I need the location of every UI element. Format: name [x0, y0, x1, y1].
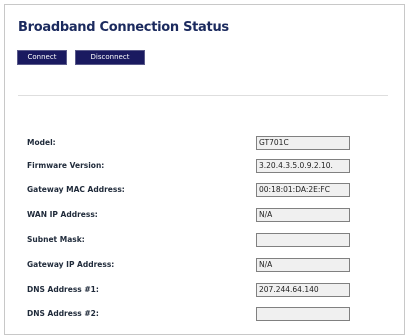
gateway-ip-label: Gateway IP Address: [27, 260, 115, 269]
status-row-gateway-ip: Gateway IP Address: N/A [0, 258, 410, 272]
connect-button[interactable]: Connect [17, 50, 67, 65]
status-row-firmware: Firmware Version: 3.20.4.3.5.0.9.2.10. [0, 159, 410, 173]
subnet-mask-label: Subnet Mask: [27, 235, 85, 244]
page-title: Broadband Connection Status [18, 20, 229, 35]
status-row-subnet: Subnet Mask: [0, 233, 410, 247]
gateway-mac-field: 00:18:01:DA:2E:FC [256, 183, 350, 197]
dns1-field: 207.244.64.140 [256, 283, 350, 297]
firmware-label: Firmware Version: [27, 161, 105, 170]
model-field: GT701C [256, 136, 350, 150]
status-row-dns1: DNS Address #1: 207.244.64.140 [0, 283, 410, 297]
dns2-label: DNS Address #2: [27, 309, 99, 318]
dns1-label: DNS Address #1: [27, 285, 99, 294]
dns2-field [256, 307, 350, 321]
subnet-mask-field [256, 233, 350, 247]
model-label: Model: [27, 138, 56, 147]
disconnect-button[interactable]: Disconnect [75, 50, 145, 65]
gateway-mac-label: Gateway MAC Address: [27, 185, 125, 194]
status-row-gateway-mac: Gateway MAC Address: 00:18:01:DA:2E:FC [0, 183, 410, 197]
wan-ip-field: N/A [256, 208, 350, 222]
status-row-dns2: DNS Address #2: [0, 307, 410, 321]
gateway-ip-field: N/A [256, 258, 350, 272]
status-row-model: Model: GT701C [0, 136, 410, 150]
wan-ip-label: WAN IP Address: [27, 210, 98, 219]
status-row-wan-ip: WAN IP Address: N/A [0, 208, 410, 222]
divider [18, 95, 388, 96]
firmware-field: 3.20.4.3.5.0.9.2.10. [256, 159, 350, 173]
